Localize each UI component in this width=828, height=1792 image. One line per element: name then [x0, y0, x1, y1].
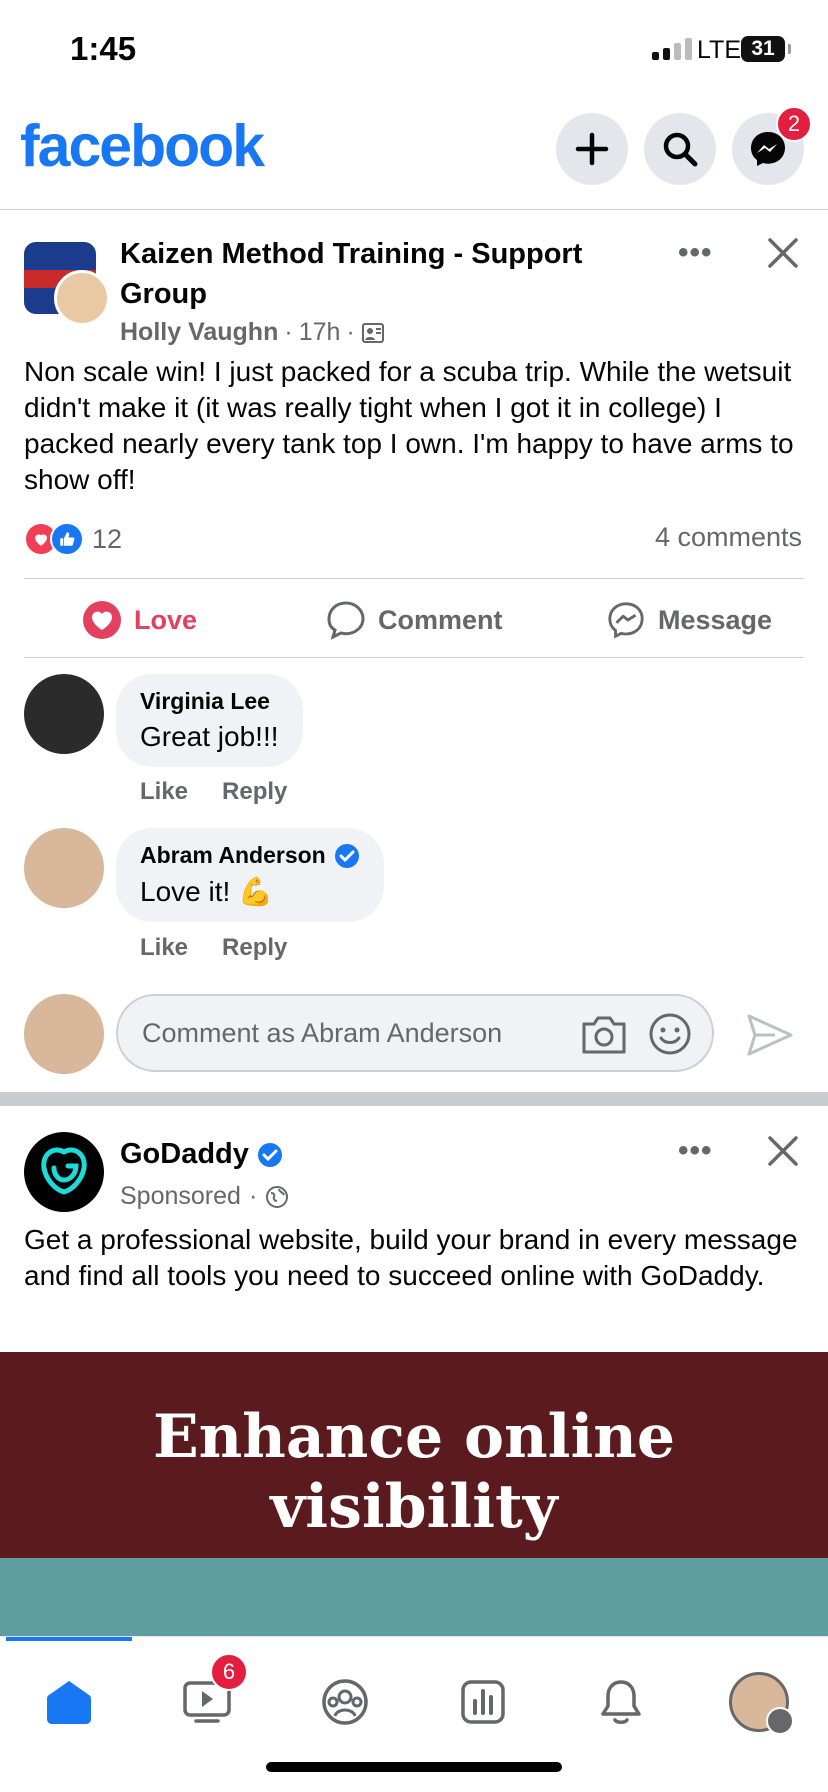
- dashboard-icon: [461, 1680, 505, 1724]
- message-label: Message: [658, 604, 773, 635]
- globe-icon: [266, 1185, 289, 1208]
- page-name[interactable]: GoDaddy: [120, 1138, 249, 1171]
- comment-actions: Like Reply: [140, 934, 287, 962]
- camera-icon[interactable]: [580, 1012, 628, 1056]
- network-type: LTE: [697, 36, 741, 64]
- messenger-icon: [608, 602, 644, 639]
- signal-icon: [652, 38, 692, 60]
- comment-text: Great job!!!: [140, 721, 279, 752]
- status-time: 1:45: [70, 30, 137, 67]
- group-name[interactable]: Kaizen Method Training - Support Group: [120, 234, 640, 314]
- emoji-icon[interactable]: [648, 1012, 692, 1056]
- video-badge: 6: [210, 1653, 248, 1691]
- love-button[interactable]: Love: [82, 600, 197, 640]
- bottom-nav: 6: [0, 1636, 828, 1757]
- members-icon: [361, 322, 384, 343]
- page-avatar[interactable]: [24, 1132, 104, 1212]
- tab-profile-menu[interactable]: [724, 1667, 794, 1737]
- comments-count[interactable]: 4 comments: [655, 522, 802, 553]
- bell-icon: [601, 1680, 641, 1724]
- verified-icon: [334, 843, 359, 868]
- reactions-divider: [24, 578, 804, 579]
- commenter-name-row: Abram Anderson: [140, 842, 360, 869]
- send-icon[interactable]: [746, 1012, 794, 1058]
- commenter-name[interactable]: Abram Anderson: [140, 842, 326, 869]
- more-options-icon[interactable]: •••: [678, 1134, 713, 1168]
- comment-actions: Like Reply: [140, 778, 287, 806]
- active-tab-indicator: [6, 1637, 132, 1641]
- current-user-avatar: [24, 994, 104, 1074]
- like-comment-button[interactable]: Like: [140, 934, 188, 962]
- meta-separator: ·: [346, 318, 355, 346]
- ad-headline: Enhance online visibility: [152, 1402, 676, 1542]
- comment-input[interactable]: Comment as Abram Anderson: [116, 994, 714, 1072]
- like-reaction-icon: [50, 522, 84, 556]
- reply-comment-button[interactable]: Reply: [222, 934, 287, 962]
- comment-button[interactable]: Comment: [326, 600, 503, 640]
- post-text: Non scale win! I just packed for a scuba…: [24, 356, 794, 495]
- author-avatar[interactable]: [54, 270, 110, 326]
- messenger-badge: 2: [776, 106, 812, 142]
- profile-avatar-icon: [729, 1672, 794, 1735]
- comment-label: Comment: [378, 604, 503, 635]
- love-label: Love: [134, 604, 198, 635]
- meta-separator: ·: [248, 1182, 258, 1210]
- reaction-summary[interactable]: 12: [24, 522, 122, 556]
- comment-icon: [327, 601, 365, 640]
- tab-groups[interactable]: [310, 1667, 380, 1737]
- godaddy-logo-icon: [41, 1147, 87, 1195]
- ad-meta: Sponsored ·: [120, 1182, 289, 1211]
- home-indicator: [266, 1762, 562, 1772]
- battery-icon: 31: [741, 36, 785, 62]
- plus-icon: [575, 132, 609, 166]
- author-name[interactable]: Holly Vaughn: [120, 318, 278, 347]
- facebook-logo[interactable]: facebook: [20, 112, 265, 180]
- reply-comment-button[interactable]: Reply: [222, 778, 287, 806]
- ad-image-lower: [0, 1558, 828, 1637]
- ad-text: Get a professional website, build your b…: [24, 1224, 798, 1291]
- battery-tip: [788, 44, 791, 54]
- message-button[interactable]: Message: [606, 600, 772, 640]
- close-icon[interactable]: [766, 236, 800, 270]
- sponsored-label[interactable]: Sponsored: [120, 1182, 241, 1211]
- menu-badge-icon: [766, 1707, 794, 1735]
- reaction-count: 12: [92, 523, 123, 554]
- verified-icon: [257, 1142, 282, 1167]
- home-icon: [47, 1681, 91, 1724]
- tab-dashboard[interactable]: [448, 1667, 518, 1737]
- close-icon[interactable]: [766, 1134, 800, 1168]
- commenter-name[interactable]: Virginia Lee: [140, 688, 279, 715]
- tab-notifications[interactable]: [586, 1667, 656, 1737]
- search-icon: [663, 132, 698, 167]
- like-comment-button[interactable]: Like: [140, 778, 188, 806]
- heart-icon: [83, 601, 121, 639]
- comment-bubble: Virginia Lee Great job!!!: [116, 674, 303, 767]
- commenter-avatar[interactable]: [24, 674, 104, 754]
- create-button[interactable]: [556, 113, 628, 185]
- search-button[interactable]: [644, 113, 716, 185]
- feed-separator: [0, 1092, 828, 1106]
- ad-image[interactable]: Enhance online visibility: [0, 1352, 828, 1637]
- post-time[interactable]: 17h: [299, 318, 341, 347]
- comment-bubble: Abram Anderson Love it! 💪: [116, 828, 384, 922]
- header-divider: [0, 209, 828, 210]
- comment-text: Love it! 💪: [140, 876, 273, 907]
- actions-divider: [24, 657, 804, 658]
- post-meta: Holly Vaughn · 17h ·: [120, 318, 385, 347]
- tab-home[interactable]: [34, 1667, 104, 1737]
- more-options-icon[interactable]: •••: [678, 236, 713, 270]
- comment-input-placeholder: Comment as Abram Anderson: [142, 1018, 503, 1048]
- page-name-row: GoDaddy: [120, 1138, 283, 1171]
- groups-icon: [322, 1679, 368, 1725]
- commenter-avatar[interactable]: [24, 828, 104, 908]
- meta-separator: ·: [284, 318, 293, 346]
